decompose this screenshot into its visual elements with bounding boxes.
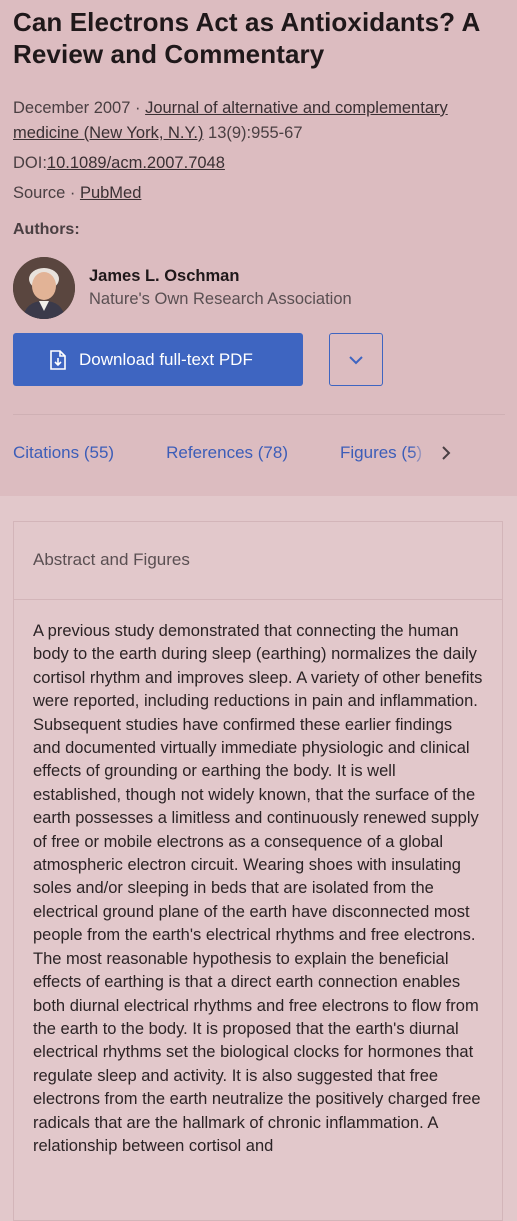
source-row: Source · PubMed [13,181,505,206]
source-label: Source · [13,184,80,202]
author-affiliation: Nature's Own Research Association [89,290,352,308]
abstract-text: A previous study demonstrated that conne… [33,622,483,1155]
author-photo-icon [13,257,75,319]
download-pdf-button[interactable]: Download full-text PDF [13,333,303,386]
abstract-heading: Abstract and Figures [14,522,502,600]
more-options-dropdown[interactable] [329,333,383,386]
authors-heading: Authors: [13,221,80,238]
chevron-down-icon [349,355,363,364]
publication-info: December 2007 · Journal of alternative a… [13,96,505,146]
doi-row: DOI:10.1089/acm.2007.7048 [13,151,505,176]
tab-references[interactable]: References (78) [166,443,288,463]
tab-fade [412,443,426,463]
action-bar: Download full-text PDF [13,333,505,386]
tabs-next-button[interactable] [440,445,452,461]
divider [13,414,505,415]
tab-bar: Citations (55) References (78) Figures (… [13,443,505,463]
doi-label: DOI: [13,154,47,172]
chevron-right-icon [442,446,451,460]
author-item[interactable]: James L. Oschman Nature's Own Research A… [13,257,505,319]
tab-figures[interactable]: Figures (5) [340,443,426,463]
tab-citations[interactable]: Citations (55) [13,443,114,463]
file-download-icon [50,349,66,370]
tab-figures-label: Figures (5) [340,443,423,462]
author-name[interactable]: James L. Oschman [89,265,352,288]
abstract-card: Abstract and Figures A previous study de… [13,521,503,1221]
page-title: Can Electrons Act as Antioxidants? A Rev… [13,7,480,69]
publication-date: December 2007 · [13,99,146,117]
citation-info: 13(9):955-67 [203,124,303,142]
article-header: Can Electrons Act as Antioxidants? A Rev… [0,0,517,496]
avatar[interactable] [13,257,75,319]
download-label: Download full-text PDF [79,349,253,369]
source-link[interactable]: PubMed [80,184,141,202]
author-info: James L. Oschman Nature's Own Research A… [89,265,352,311]
doi-link[interactable]: 10.1089/acm.2007.7048 [47,154,225,172]
article-meta: December 2007 · Journal of alternative a… [13,96,505,206]
